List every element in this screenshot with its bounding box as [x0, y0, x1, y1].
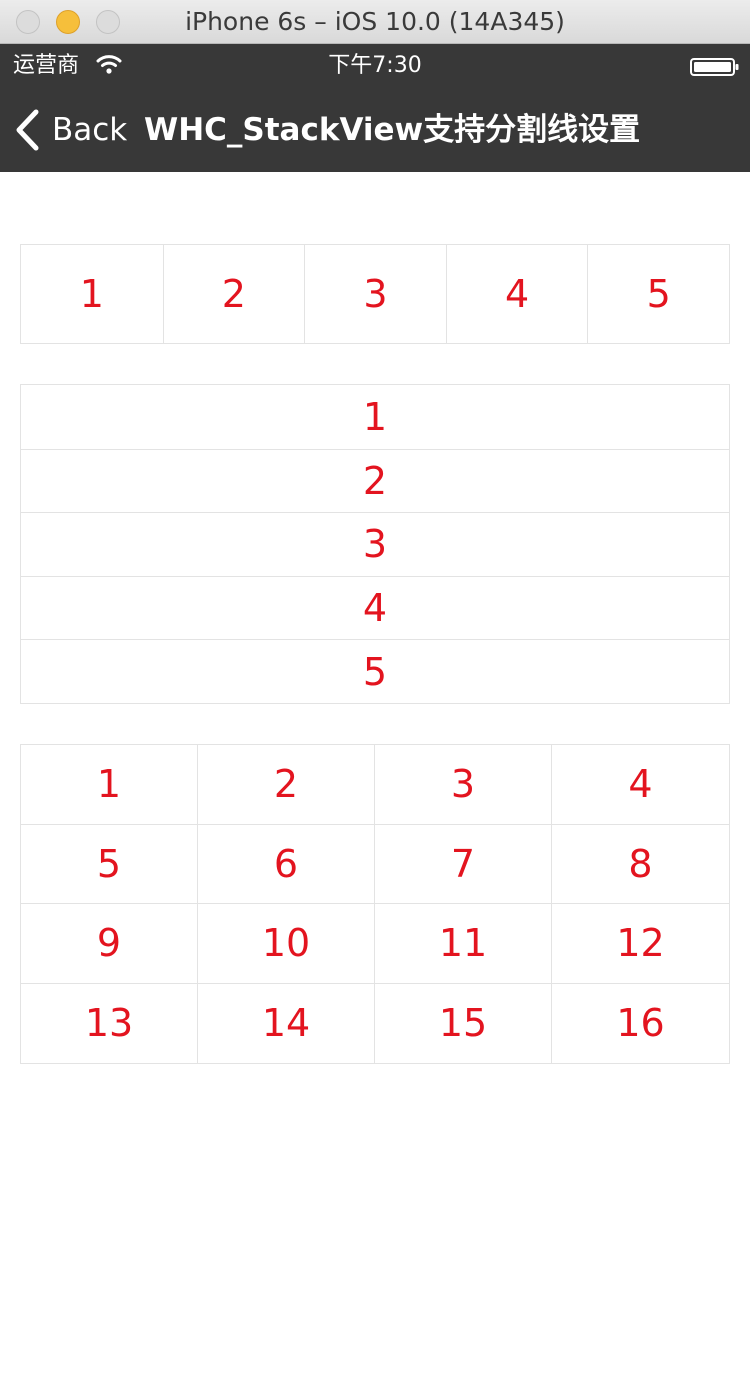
grid-stack-cell-9: 9 [21, 904, 198, 984]
grid-stack-view: 1 2 3 4 5 6 7 8 9 10 11 12 13 14 15 16 [20, 744, 730, 1064]
vertical-stack-cell-5: 5 [21, 639, 729, 703]
grid-stack-cell-8: 8 [552, 825, 729, 904]
back-button[interactable]: Back [14, 106, 127, 154]
grid-stack-cell-10: 10 [198, 904, 375, 984]
vertical-stack-cell-1: 1 [362, 394, 388, 439]
horizontal-stack-cell-1: 1 [79, 272, 104, 316]
grid-stack-cell-14: 14 [198, 983, 375, 1063]
grid-stack-cell-2: 2 [198, 745, 375, 825]
grid-stack-cell-1: 1 [21, 745, 198, 825]
vertical-stack-cell-3: 3 [21, 512, 729, 576]
grid-stack-cell-3: 3 [375, 745, 552, 825]
vertical-stack-cell-4: 4 [21, 575, 729, 640]
navigation-bar: Back WHC_StackView支持分割线设置 [0, 88, 750, 172]
grid-stack-cell-16: 16 [616, 1001, 665, 1046]
grid-stack-cell-13: 13 [21, 983, 198, 1063]
grid-stack-cell-5: 5 [21, 824, 198, 904]
chevron-left-icon [16, 109, 39, 151]
vertical-stack-cell-2: 2 [21, 448, 729, 513]
grid-stack-cell-15: 15 [375, 983, 552, 1063]
status-time: 下午7:30 [328, 53, 422, 78]
battery-icon [690, 58, 739, 76]
grid-stack-cell-4: 4 [552, 745, 729, 825]
vertical-stack-view: 1 2345 [20, 384, 730, 704]
page-title: WHC_StackView支持分割线设置 [144, 112, 641, 148]
horizontal-stack-cell-2: 2 [162, 245, 305, 343]
window-title: iPhone 6s – iOS 10.0 (14A345) [185, 7, 565, 36]
grid-stack-cell-12: 12 [552, 904, 729, 984]
grid-stack-cell-7: 7 [375, 824, 552, 904]
horizontal-stack-cell-4: 4 [445, 245, 588, 343]
horizontal-stack-cell-3: 3 [304, 245, 446, 343]
status-bar: 运营商 下午7:30 [0, 44, 750, 88]
simulator-window: iPhone 6s – iOS 10.0 (14A345) 运营商 下午7:30… [0, 0, 750, 1378]
grid-stack-cell-11: 11 [375, 904, 552, 984]
back-label: Back [52, 112, 128, 148]
horizontal-stack-cell-5: 5 [587, 245, 729, 343]
horizontal-stack-view: 1 2345 [20, 244, 730, 344]
window-titlebar: iPhone 6s – iOS 10.0 (14A345) [0, 0, 750, 44]
grid-stack-cell-6: 6 [198, 824, 375, 904]
